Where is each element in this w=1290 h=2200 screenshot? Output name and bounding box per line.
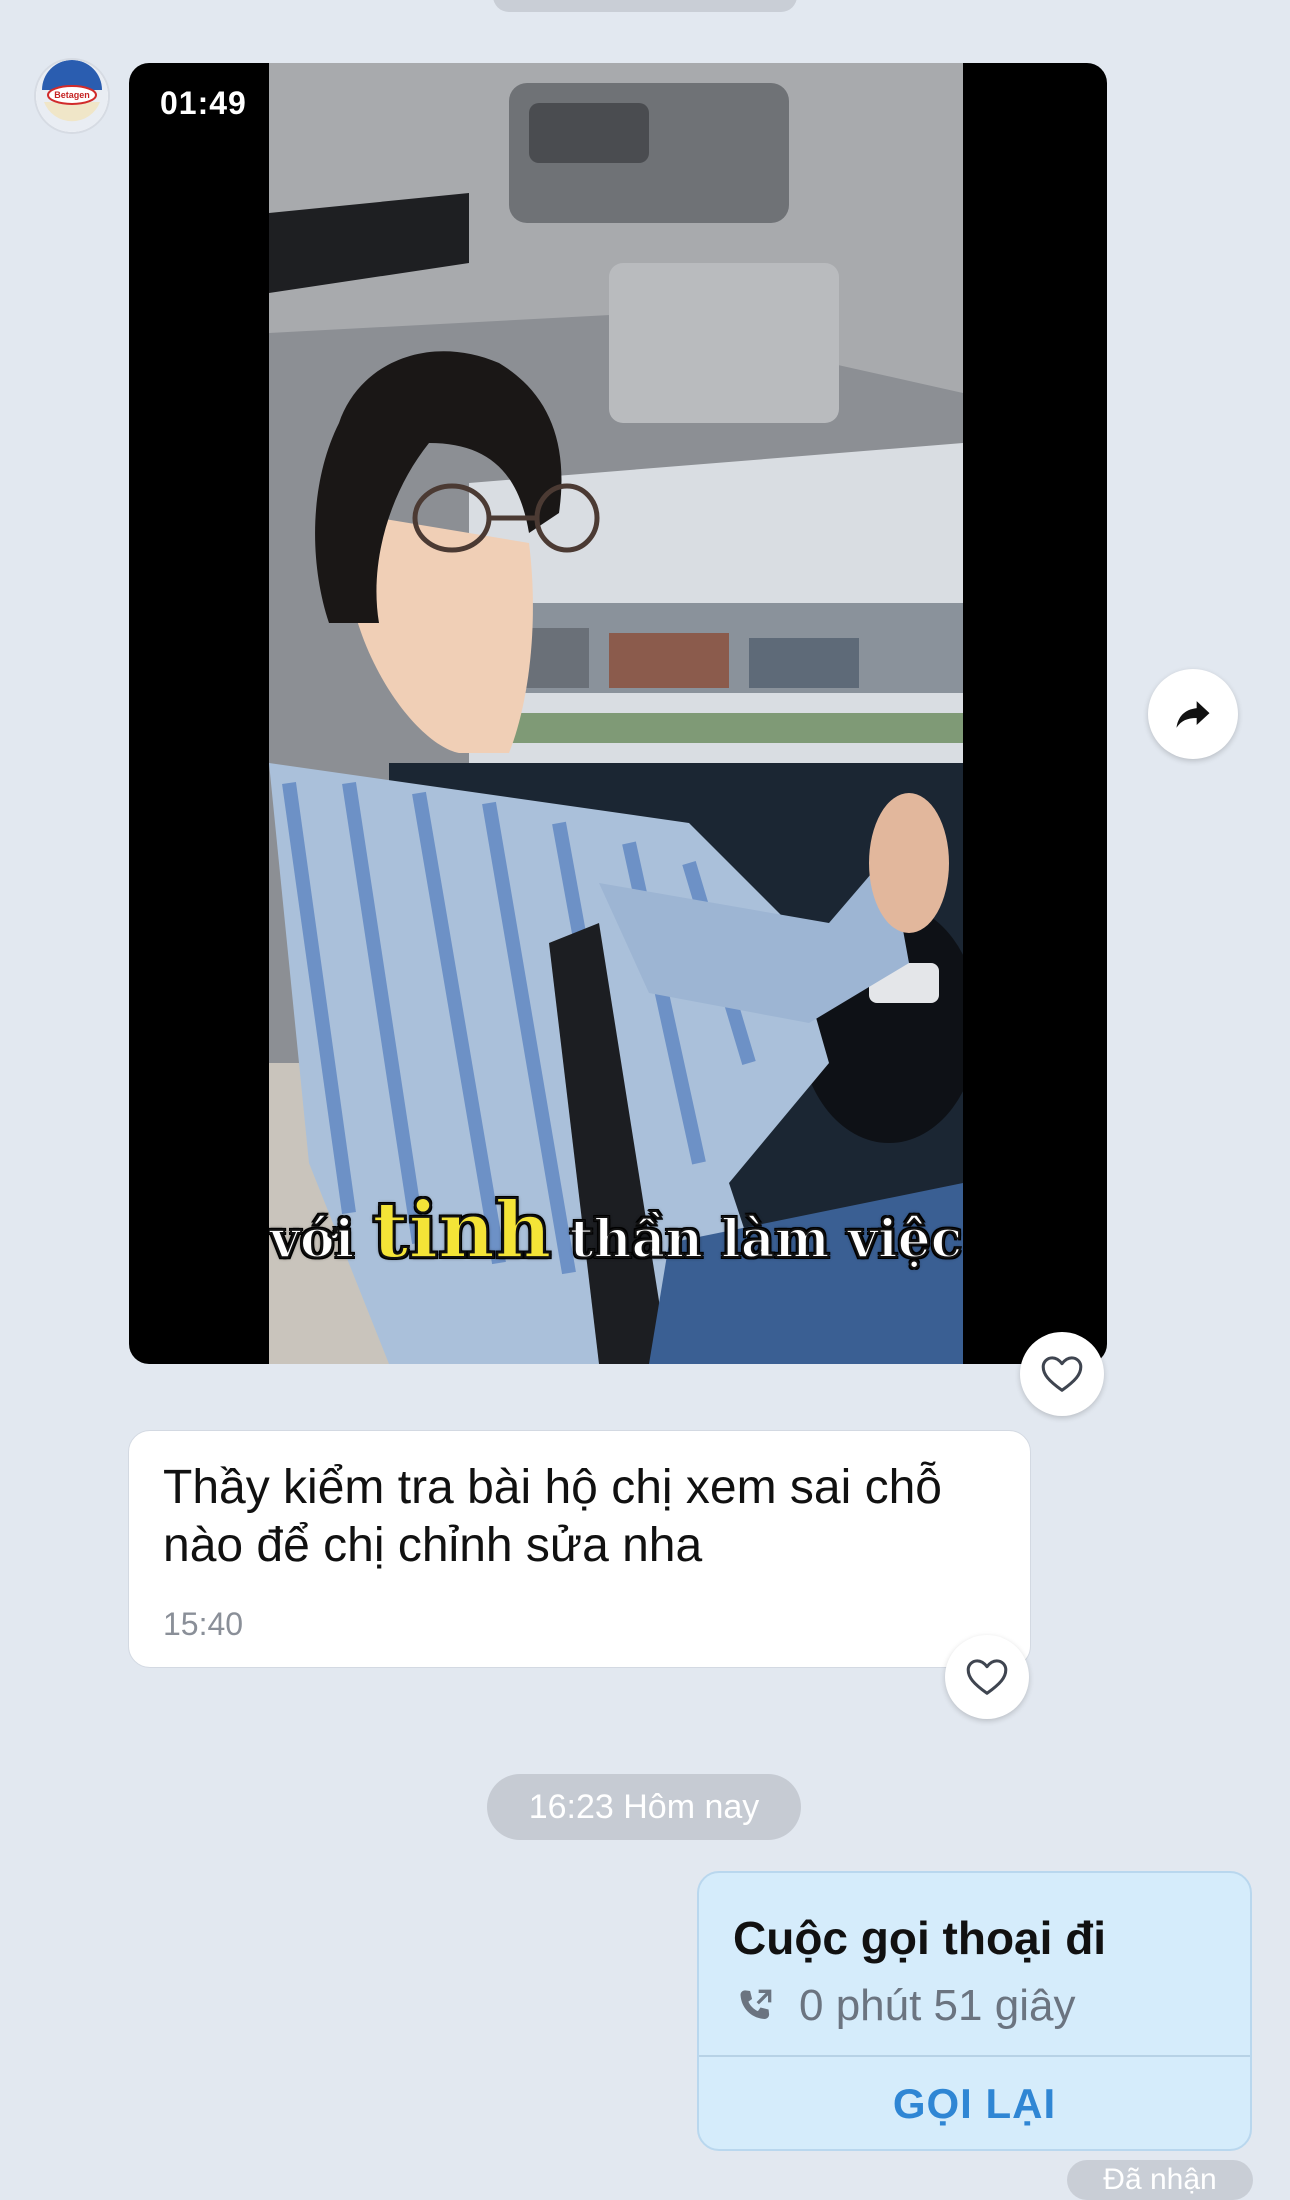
share-icon — [1176, 701, 1210, 728]
betagen-logo-icon: Betagen — [36, 60, 108, 132]
heart-icon — [966, 1659, 1008, 1695]
call-title: Cuộc gọi thoại đi — [733, 1912, 1107, 1964]
call-card[interactable]: Cuộc gọi thoại đi 0 phút 51 giây GỌI LẠI — [697, 1871, 1252, 2151]
react-heart-button[interactable] — [1020, 1332, 1104, 1416]
subtitle-highlight-word: tinh — [371, 1184, 552, 1277]
call-back-button[interactable]: GỌI LẠI — [699, 2057, 1250, 2151]
call-duration-row: 0 phút 51 giây — [733, 1981, 1075, 2031]
date-separator: 16:23 Hôm nay — [487, 1774, 801, 1840]
sender-avatar[interactable]: Betagen — [36, 60, 108, 132]
svg-text:Betagen: Betagen — [54, 90, 90, 100]
heart-icon — [1041, 1356, 1083, 1392]
video-thumbnail[interactable]: với tinh thần làm việc — [269, 63, 963, 1364]
subtitle-word-1: với — [269, 1208, 355, 1271]
video-duration: 01:49 — [160, 85, 247, 121]
text-message[interactable]: Thầy kiểm tra bài hộ chị xem sai chỗ nào… — [128, 1430, 1031, 1668]
previous-date-pill — [493, 0, 797, 12]
message-text: Thầy kiểm tra bài hộ chị xem sai chỗ nào… — [163, 1461, 942, 1572]
video-message[interactable]: với tinh thần làm việc 01:49 — [129, 63, 1107, 1364]
outgoing-phone-icon — [740, 1989, 772, 2020]
react-heart-button[interactable] — [945, 1635, 1029, 1719]
video-thumbnail-image — [269, 63, 963, 1364]
subtitle-word-rest: thần làm việc — [569, 1208, 963, 1271]
message-status-pill: Đã nhận — [1067, 2160, 1253, 2200]
share-button[interactable] — [1148, 669, 1238, 759]
video-subtitle: với tinh thần làm việc — [269, 1184, 963, 1277]
message-time: 15:40 — [163, 1606, 244, 1642]
message-status-text: Đã nhận — [1103, 2163, 1217, 2196]
call-duration: 0 phút 51 giây — [799, 1981, 1076, 2030]
